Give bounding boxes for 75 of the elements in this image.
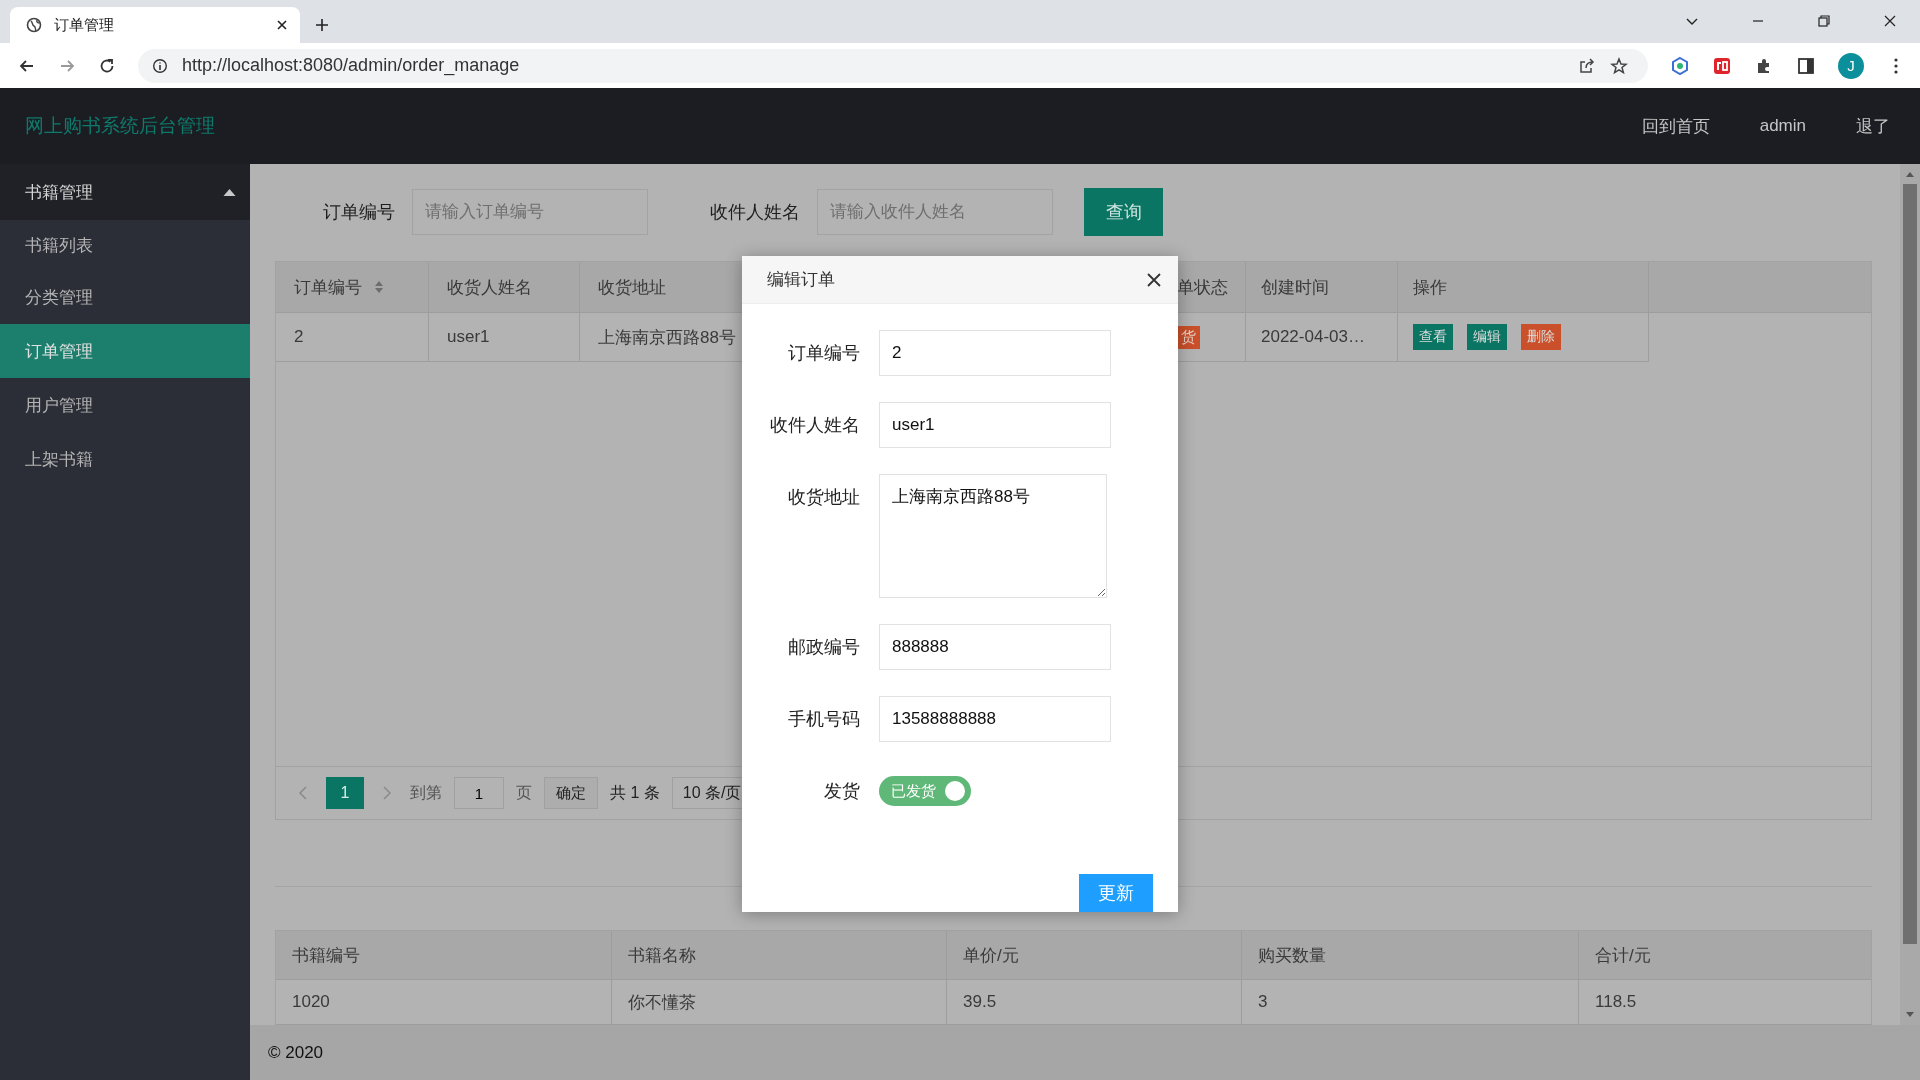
- table-cell: 你不懂茶: [612, 980, 947, 1024]
- scrollbar-thumb[interactable]: [1903, 184, 1917, 944]
- url-text: http://localhost:8080/admin/order_manage: [182, 55, 520, 76]
- form-label: 收件人姓名: [769, 414, 861, 437]
- input-field[interactable]: user1: [879, 402, 1111, 448]
- status-tag: 货: [1177, 325, 1200, 349]
- form-label: 发货: [823, 780, 861, 803]
- reload-icon[interactable]: [98, 56, 116, 75]
- form-label: 手机号码: [787, 708, 861, 731]
- star-icon[interactable]: [1610, 56, 1628, 75]
- tab-title: 订单管理: [54, 15, 115, 35]
- sidebar-item[interactable]: 上架书籍: [0, 432, 250, 486]
- sidebar-item[interactable]: 书籍列表: [0, 220, 250, 270]
- share-icon[interactable]: [1578, 56, 1596, 75]
- search-button[interactable]: 查询: [1084, 188, 1163, 236]
- scroll-up-icon[interactable]: [1905, 170, 1915, 178]
- browser-tab[interactable]: 订单管理: [10, 7, 300, 43]
- form-label: 收货地址: [787, 486, 861, 509]
- input-field[interactable]: 13588888888: [879, 696, 1111, 742]
- column-header: 收货人姓名: [429, 262, 580, 312]
- column-header: 订单编号: [276, 262, 429, 312]
- column-header: 购买数量: [1242, 931, 1579, 979]
- header-link[interactable]: 退了: [1856, 114, 1890, 138]
- globe-icon: [26, 17, 42, 33]
- input-field[interactable]: 888888: [879, 624, 1111, 670]
- column-header: 操作: [1398, 262, 1649, 312]
- column-header: 书籍名称: [612, 931, 947, 979]
- close-icon[interactable]: [276, 19, 288, 31]
- extension-icon[interactable]: [1712, 55, 1732, 76]
- search-label: 订单编号: [323, 201, 395, 224]
- goto-label: 到第: [410, 782, 442, 803]
- scrollbar[interactable]: [1900, 164, 1920, 1025]
- table-cell: 2022-04-03…: [1246, 313, 1398, 361]
- page-unit: 页: [516, 782, 532, 803]
- table-cell: 1020: [276, 980, 612, 1024]
- form-label: 邮政编号: [787, 636, 861, 659]
- page-field[interactable]: 1: [454, 777, 504, 809]
- action-button[interactable]: 编辑: [1467, 324, 1507, 350]
- restore-icon[interactable]: [1816, 13, 1832, 29]
- header-link[interactable]: admin: [1759, 116, 1806, 136]
- action-button[interactable]: 查看: [1413, 324, 1453, 350]
- search-field[interactable]: 请输入收件人姓名: [817, 189, 1053, 235]
- app-title: 网上购书系统后台管理: [25, 114, 215, 138]
- confirm-button[interactable]: 确定: [544, 777, 598, 809]
- close-icon[interactable]: [1146, 271, 1162, 288]
- profile-avatar[interactable]: J: [1838, 52, 1864, 79]
- search-label: 收件人姓名: [710, 201, 800, 224]
- info-icon: [152, 57, 168, 74]
- sidebar-item[interactable]: 订单管理: [0, 324, 250, 378]
- sidebar-item[interactable]: 用户管理: [0, 378, 250, 432]
- table-cell: 2: [276, 313, 429, 361]
- column-header: 合计/元: [1594, 944, 1652, 967]
- table-cell: 39.5: [947, 980, 1242, 1024]
- table-cell: 3: [1242, 980, 1579, 1024]
- column-header: 单价/元: [947, 931, 1242, 979]
- page-button[interactable]: 1: [326, 777, 364, 809]
- search-field[interactable]: 请输入订单编号: [412, 189, 648, 235]
- header-link[interactable]: 回到首页: [1641, 114, 1710, 138]
- side-panel-icon[interactable]: [1796, 55, 1816, 76]
- scroll-down-icon[interactable]: [1905, 1011, 1915, 1019]
- extension-icon[interactable]: [1670, 55, 1690, 76]
- address-textarea[interactable]: 上海南京西路88号: [879, 474, 1107, 598]
- sidebar-group[interactable]: 书籍管理: [0, 164, 250, 220]
- column-header: 书籍编号: [276, 931, 612, 979]
- address-bar[interactable]: http://localhost:8080/admin/order_manage: [138, 48, 1648, 83]
- close-icon[interactable]: [1882, 13, 1898, 29]
- footer-text: © 2020: [268, 1042, 324, 1063]
- table-cell: user1: [429, 313, 580, 361]
- input-field[interactable]: 2: [879, 330, 1111, 376]
- table-cell-text: 118.5: [1594, 991, 1638, 1013]
- sidebar-item[interactable]: 分类管理: [0, 270, 250, 324]
- column-header: 创建时间: [1246, 262, 1398, 312]
- new-tab-icon[interactable]: [314, 17, 330, 33]
- total-count: 共 1 条: [610, 782, 660, 803]
- dialog-title: 编辑订单: [767, 269, 835, 291]
